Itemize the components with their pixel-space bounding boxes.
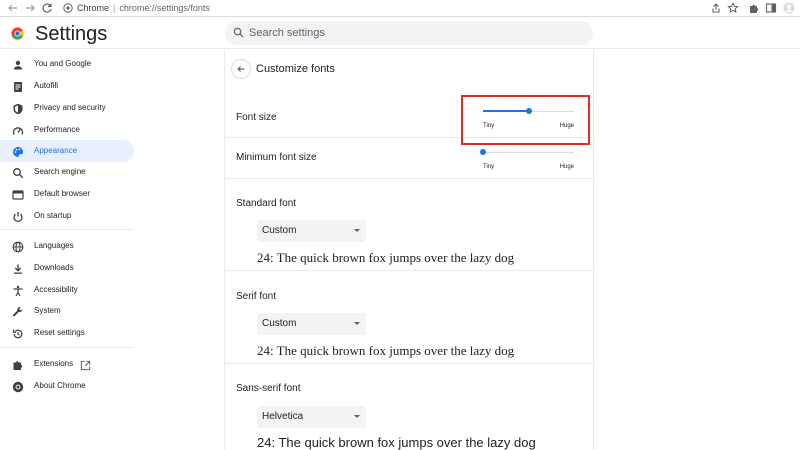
share-icon[interactable]	[709, 1, 723, 15]
sans-serif-font-select[interactable]: Helvetica	[257, 406, 366, 428]
chrome-logo-icon	[11, 27, 24, 40]
chrome-site-icon	[63, 3, 73, 13]
slider-min-label: Tiny	[483, 164, 495, 170]
search-icon	[12, 166, 24, 179]
url-separator: |	[113, 3, 116, 13]
sidebar: You and Google Autofill Privacy and secu…	[0, 50, 140, 450]
sidebar-item-label: Languages	[34, 241, 74, 250]
sidebar-item-label: System	[34, 306, 61, 315]
sidebar-item-extensions[interactable]: Extensions	[0, 353, 134, 375]
page-title: Settings	[35, 23, 108, 45]
accessibility-icon	[12, 284, 24, 297]
slider-track	[483, 152, 574, 153]
sidebar-item-label: Appearance	[34, 146, 78, 155]
open-in-new-icon	[80, 358, 91, 371]
sidebar-divider	[0, 347, 134, 348]
sidebar-item-label: Reset settings	[34, 328, 85, 337]
standard-font-sample: 24: The quick brown fox jumps over the l…	[257, 250, 515, 265]
standard-font-label: Standard font	[236, 198, 297, 209]
sidebar-item-label: Performance	[34, 125, 80, 134]
reload-icon[interactable]	[40, 1, 54, 15]
sidebar-item-about-chrome[interactable]: About Chrome	[0, 375, 134, 397]
search-input[interactable]: Search settings	[225, 21, 593, 45]
sidebar-item-privacy-and-security[interactable]: Privacy and security	[0, 97, 134, 119]
settings-header: Settings Search settings	[0, 17, 800, 49]
serif-font-sample: 24: The quick brown fox jumps over the l…	[257, 343, 515, 358]
chrome-icon	[12, 380, 24, 393]
back-arrow-icon	[237, 66, 245, 72]
sidebar-item-accessibility[interactable]: Accessibility	[0, 279, 134, 301]
palette-icon	[12, 145, 24, 157]
select-value: Custom	[262, 225, 297, 236]
serif-font-label: Serif font	[236, 291, 277, 302]
sidebar-item-on-startup[interactable]: On startup	[0, 205, 134, 227]
bookmark-star-icon[interactable]	[726, 1, 740, 15]
sidebar-item-label: Privacy and security	[34, 103, 106, 112]
globe-icon	[12, 240, 24, 253]
back-arrow-icon[interactable]	[6, 1, 20, 15]
highlight-annotation	[461, 95, 590, 145]
download-icon	[12, 262, 24, 274]
font-size-label: Font size	[236, 112, 277, 123]
sidebar-item-label: Autofill	[34, 81, 59, 90]
slider-thumb[interactable]	[480, 149, 486, 155]
profile-avatar-icon[interactable]	[782, 1, 796, 15]
chevron-down-icon	[354, 229, 360, 232]
browser-icon	[12, 188, 24, 200]
sidebar-item-system[interactable]: System	[0, 300, 134, 322]
wrench-icon	[12, 305, 24, 317]
reset-icon	[12, 327, 24, 339]
back-button[interactable]	[231, 59, 251, 79]
sidebar-item-search-engine[interactable]: Search engine	[0, 161, 134, 183]
row-divider	[225, 270, 593, 271]
minimum-font-size-label: Minimum font size	[236, 152, 317, 163]
sidebar-divider	[0, 229, 134, 230]
slider-max-label: Huge	[559, 164, 574, 170]
side-panel-icon[interactable]	[764, 1, 778, 15]
sidebar-item-label: About Chrome	[34, 381, 86, 390]
standard-font-select[interactable]: Custom	[257, 220, 366, 242]
sidebar-item-reset-settings[interactable]: Reset settings	[0, 322, 134, 344]
sidebar-item-appearance[interactable]: Appearance	[0, 140, 134, 162]
sidebar-item-label: On startup	[34, 211, 72, 220]
chevron-down-icon	[354, 322, 360, 325]
address-bar[interactable]: Chrome | chrome://settings/fonts	[63, 2, 210, 14]
sidebar-item-label: Accessibility	[34, 285, 78, 294]
power-icon	[12, 210, 24, 223]
speedometer-icon	[12, 124, 24, 136]
sidebar-item-downloads[interactable]: Downloads	[0, 257, 134, 279]
sidebar-item-languages[interactable]: Languages	[0, 235, 134, 257]
shield-icon	[12, 102, 24, 115]
sidebar-item-performance[interactable]: Performance	[0, 119, 134, 141]
sidebar-item-label: Search engine	[34, 167, 86, 176]
extensions-puzzle-icon	[12, 358, 24, 370]
select-value: Custom	[262, 318, 297, 329]
url-site: Chrome	[77, 3, 110, 13]
row-divider	[225, 363, 593, 364]
sidebar-item-label: You and Google	[34, 59, 92, 68]
sidebar-item-default-browser[interactable]: Default browser	[0, 183, 134, 205]
sidebar-item-label: Default browser	[34, 189, 91, 198]
row-divider	[225, 178, 593, 179]
sidebar-item-you-and-google[interactable]: You and Google	[0, 53, 134, 75]
sans-serif-font-label: Sans-serif font	[236, 383, 301, 394]
extensions-puzzle-icon[interactable]	[747, 1, 761, 15]
url-path: chrome://settings/fonts	[119, 3, 210, 13]
search-icon	[233, 27, 244, 38]
sans-serif-font-sample: 24: The quick brown fox jumps over the l…	[257, 435, 536, 450]
search-placeholder: Search settings	[249, 27, 325, 39]
serif-font-select[interactable]: Custom	[257, 313, 366, 335]
browser-toolbar: Chrome | chrome://settings/fonts	[0, 0, 800, 17]
chevron-down-icon	[354, 415, 360, 418]
card-title: Customize fonts	[256, 63, 335, 75]
sidebar-item-label: Downloads	[34, 263, 74, 272]
select-value: Helvetica	[262, 411, 304, 422]
person-icon	[12, 58, 24, 70]
sidebar-item-autofill[interactable]: Autofill	[0, 75, 134, 97]
minimum-font-size-slider[interactable]: Tiny Huge	[480, 149, 574, 173]
forward-arrow-icon[interactable]	[23, 1, 37, 15]
autofill-icon	[12, 80, 24, 92]
sidebar-item-label: Extensions	[34, 359, 74, 368]
